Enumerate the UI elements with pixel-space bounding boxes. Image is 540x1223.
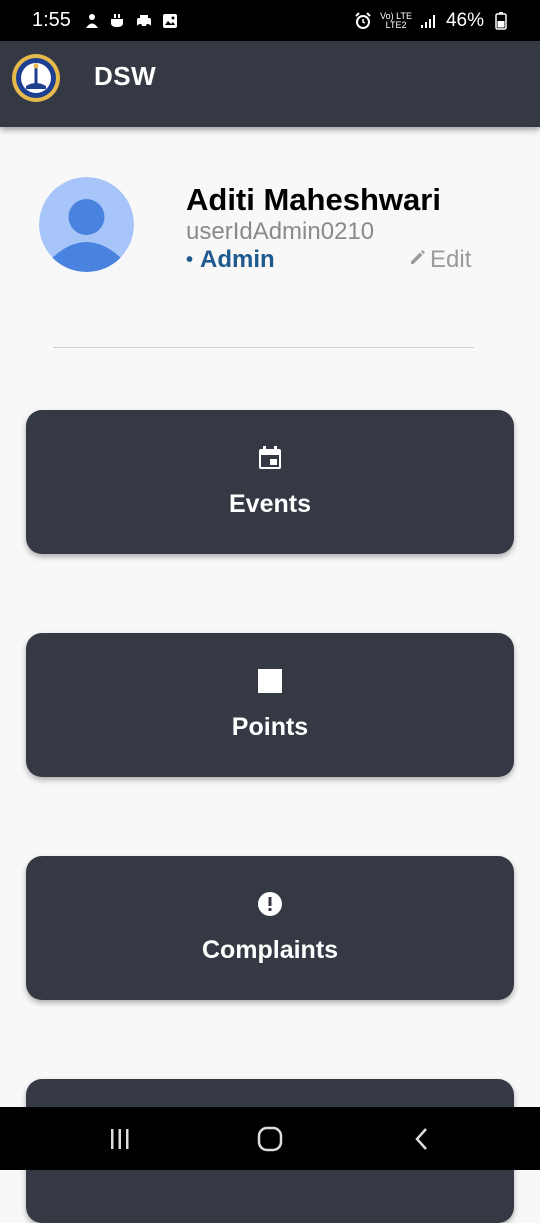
edit-profile-button[interactable]: Edit bbox=[408, 246, 471, 274]
signal-icon bbox=[420, 12, 438, 30]
status-time: 1:55 bbox=[32, 9, 71, 31]
app-bar: DSW bbox=[0, 41, 540, 127]
notification-car-icon bbox=[135, 12, 153, 30]
battery-percent: 46% bbox=[445, 9, 484, 31]
status-bar: 1:55 Vo) LTE LTE2 46% bbox=[0, 0, 540, 41]
edit-label: Edit bbox=[430, 246, 472, 273]
events-label: Events bbox=[229, 490, 311, 518]
pencil-icon bbox=[408, 246, 428, 274]
notification-image-icon bbox=[161, 12, 179, 30]
events-card-button[interactable]: Events bbox=[26, 410, 514, 554]
calendar-icon bbox=[257, 445, 283, 471]
user-name: Aditi Maheshwari bbox=[186, 182, 441, 217]
volte-bottom-label: LTE2 bbox=[385, 19, 407, 30]
points-label: Points bbox=[231, 713, 309, 741]
user-role: • Admin bbox=[186, 246, 275, 274]
square-icon bbox=[257, 668, 283, 694]
role-label: Admin bbox=[200, 246, 275, 273]
volte-indicator: Vo) LTE LTE2 bbox=[380, 11, 412, 30]
system-navigation-bar bbox=[0, 1107, 540, 1170]
notification-cup-icon bbox=[109, 12, 127, 30]
university-seal-logo[interactable] bbox=[11, 53, 61, 103]
divider bbox=[53, 347, 474, 348]
user-id: userIdAdmin0210 bbox=[186, 218, 375, 245]
alarm-icon bbox=[354, 11, 372, 30]
home-icon[interactable] bbox=[256, 1125, 284, 1153]
battery-icon bbox=[492, 11, 510, 30]
recent-apps-icon[interactable] bbox=[106, 1125, 134, 1153]
complaints-card-button[interactable]: Complaints bbox=[26, 856, 514, 1000]
profile-section: Aditi Maheshwari userIdAdmin0210 • Admin… bbox=[0, 127, 540, 349]
back-icon[interactable] bbox=[408, 1125, 436, 1153]
notification-app-icon bbox=[83, 12, 101, 30]
points-card-button[interactable]: Points bbox=[26, 633, 514, 777]
alert-circle-icon bbox=[257, 891, 283, 917]
app-title: DSW bbox=[94, 61, 157, 91]
role-bullet: • bbox=[186, 248, 194, 271]
person-avatar-icon bbox=[39, 177, 134, 272]
complaints-label: Complaints bbox=[201, 936, 339, 964]
